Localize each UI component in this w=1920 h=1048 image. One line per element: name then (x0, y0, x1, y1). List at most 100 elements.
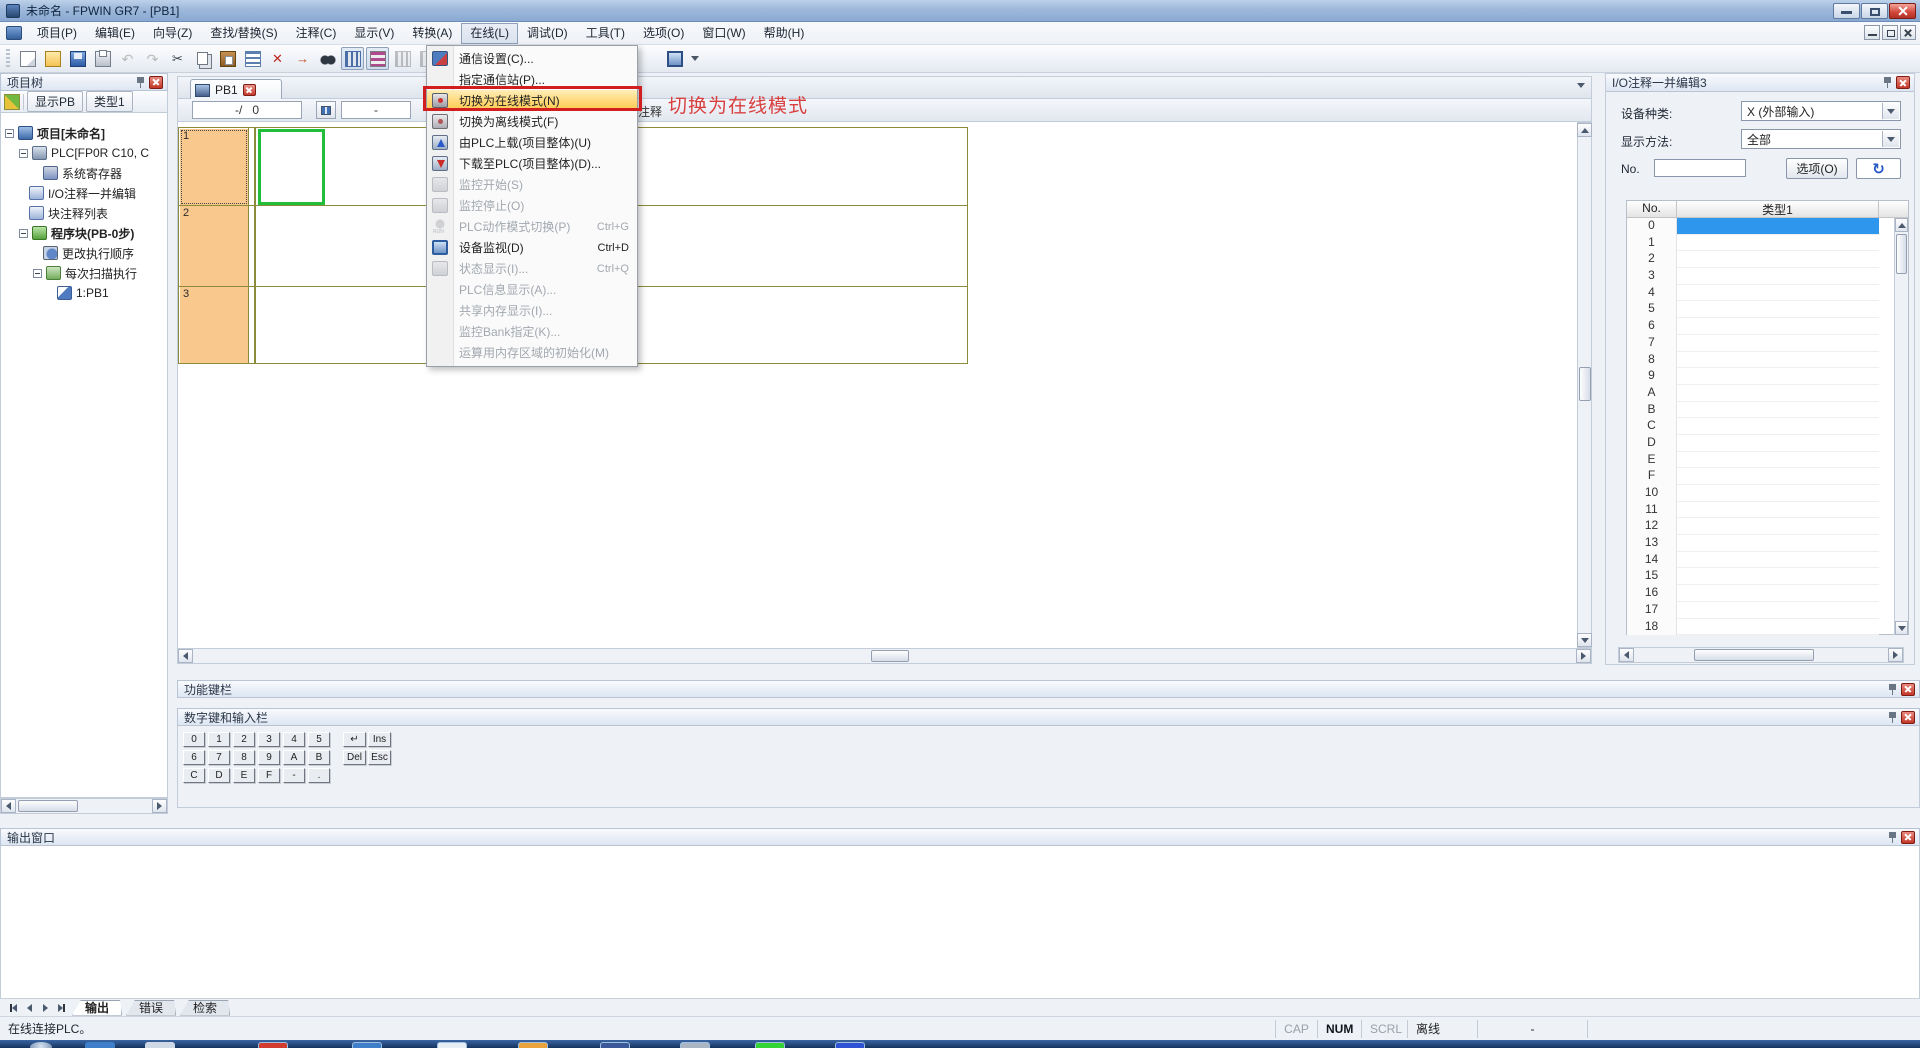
key-3[interactable]: 3 (258, 732, 280, 747)
scroll-right-button[interactable] (1576, 649, 1591, 663)
table-row[interactable]: C (1627, 418, 1895, 435)
table-row[interactable]: 14 (1627, 552, 1895, 569)
key-a[interactable]: A (283, 750, 305, 765)
next-tab-button[interactable] (38, 1001, 52, 1014)
table-row[interactable]: 3 (1627, 268, 1895, 285)
io-comment-toggle-button[interactable] (341, 47, 364, 70)
tree-node-block-comment[interactable]: 块注释列表 (29, 203, 108, 223)
table-row[interactable]: A (1627, 385, 1895, 402)
panel-close-icon[interactable] (149, 76, 163, 89)
key-4[interactable]: 4 (283, 732, 305, 747)
key-1[interactable]: 1 (208, 732, 230, 747)
panel-close-icon[interactable] (1901, 683, 1915, 696)
taskbar-item[interactable] (600, 1042, 630, 1048)
menu-item-device-monitor[interactable]: 设备监视(D)Ctrl+D (427, 237, 637, 258)
taskbar-item[interactable] (258, 1042, 288, 1048)
table-row[interactable]: 2 (1627, 251, 1895, 268)
tab-output[interactable]: 输出 (72, 1000, 122, 1016)
tree-node-system-register[interactable]: 系统寄存器 (43, 163, 122, 183)
print-button[interactable] (91, 47, 114, 70)
key-d[interactable]: D (208, 768, 230, 783)
child-minimize-button[interactable] (1864, 25, 1880, 40)
maximize-button[interactable] (1861, 3, 1888, 19)
scroll-down-button[interactable] (1895, 621, 1908, 635)
editor-vertical-scrollbar[interactable] (1577, 122, 1592, 648)
taskbar-item[interactable] (85, 1042, 115, 1048)
tab-list-caret-icon[interactable] (1577, 83, 1585, 88)
menu-debug[interactable]: 调试(D) (518, 23, 577, 44)
pin-icon[interactable] (1883, 76, 1892, 89)
table-row[interactable]: 0 (1627, 218, 1895, 235)
chevron-down-icon[interactable] (1882, 131, 1899, 147)
find-button[interactable] (316, 47, 339, 70)
save-button[interactable] (66, 47, 89, 70)
table-row[interactable]: 7 (1627, 335, 1895, 352)
show-pb-button[interactable]: 显示PB (27, 91, 83, 112)
table-row[interactable]: D (1627, 435, 1895, 452)
table-row[interactable]: 10 (1627, 485, 1895, 502)
type1-button[interactable]: 类型1 (86, 91, 133, 112)
child-close-button[interactable] (1900, 25, 1916, 40)
scroll-thumb[interactable] (871, 650, 909, 662)
panel-close-icon[interactable] (1901, 831, 1915, 844)
key-e[interactable]: E (233, 768, 255, 783)
table-row[interactable]: F (1627, 468, 1895, 485)
open-button[interactable] (41, 47, 64, 70)
tree-node-plc[interactable]: PLC[FP0R C10, C (19, 143, 149, 163)
key-2[interactable]: 2 (233, 732, 255, 747)
menu-project[interactable]: 项目(P) (28, 23, 86, 44)
taskbar-item[interactable] (835, 1042, 865, 1048)
monitor-toggle-button[interactable] (316, 101, 336, 119)
display-method-select[interactable]: 全部 (1741, 129, 1901, 149)
taskbar-item[interactable] (437, 1042, 467, 1048)
cursor-selection-box[interactable] (258, 129, 325, 205)
scroll-right-button[interactable] (152, 799, 167, 813)
table-row[interactable]: 6 (1627, 318, 1895, 335)
table-vertical-scrollbar[interactable] (1894, 218, 1908, 635)
table-row[interactable]: 12 (1627, 518, 1895, 535)
menu-view[interactable]: 显示(V) (345, 23, 403, 44)
device-type-select[interactable]: X (外部输入) (1741, 101, 1901, 121)
device-monitor-button[interactable] (663, 47, 686, 70)
paste-button[interactable] (216, 47, 239, 70)
rung-number-cell[interactable]: 1 (180, 129, 248, 205)
key-esc[interactable]: Esc (368, 750, 391, 765)
table-row[interactable]: 16 (1627, 585, 1895, 602)
last-tab-button[interactable] (54, 1001, 68, 1014)
key-enter[interactable]: ↵ (343, 732, 366, 747)
key-minus[interactable]: - (283, 768, 305, 783)
tree-node-project[interactable]: 项目[未命名] (5, 123, 105, 143)
toolbar-overflow-caret-icon[interactable] (691, 56, 699, 61)
tree-node-scan-exec[interactable]: 每次扫描执行 (33, 263, 137, 283)
table-row[interactable]: 1 (1627, 235, 1895, 252)
key-8[interactable]: 8 (233, 750, 255, 765)
menu-wizard[interactable]: 向导(Z) (144, 23, 201, 44)
menu-item-download-to-plc[interactable]: 下载至PLC(项目整体)(D)... (427, 153, 637, 174)
tab-close-icon[interactable] (243, 84, 256, 96)
tree-node-io-comment[interactable]: I/O注释一并编辑 (29, 183, 136, 203)
tree-node-exec-order[interactable]: 更改执行顺序 (43, 243, 134, 263)
monitor-grid1-button[interactable] (391, 47, 414, 70)
tree-node-program-block[interactable]: 程序块(PB-0步) (19, 223, 134, 243)
new-button[interactable] (16, 47, 39, 70)
collapse-icon[interactable] (19, 149, 28, 158)
collapse-icon[interactable] (33, 269, 42, 278)
pin-icon[interactable] (1888, 831, 1897, 844)
jump-button[interactable]: → (291, 47, 314, 70)
scroll-thumb[interactable] (18, 800, 78, 812)
table-row[interactable]: E (1627, 452, 1895, 469)
minimize-button[interactable] (1833, 3, 1860, 19)
options-button[interactable]: 选项(O) (1786, 158, 1848, 179)
menu-convert[interactable]: 转换(A) (403, 23, 461, 44)
no-input[interactable] (1654, 159, 1746, 177)
key-c[interactable]: C (183, 768, 205, 783)
scroll-thumb[interactable] (1694, 649, 1814, 661)
scroll-down-button[interactable] (1577, 633, 1592, 647)
taskbar-item[interactable] (518, 1042, 548, 1048)
key-7[interactable]: 7 (208, 750, 230, 765)
collapse-icon[interactable] (5, 129, 14, 138)
scroll-left-button[interactable] (1, 799, 16, 813)
tree-node-pb1[interactable]: 1:PB1 (57, 283, 109, 303)
prev-tab-button[interactable] (22, 1001, 36, 1014)
taskbar-item[interactable] (352, 1042, 382, 1048)
